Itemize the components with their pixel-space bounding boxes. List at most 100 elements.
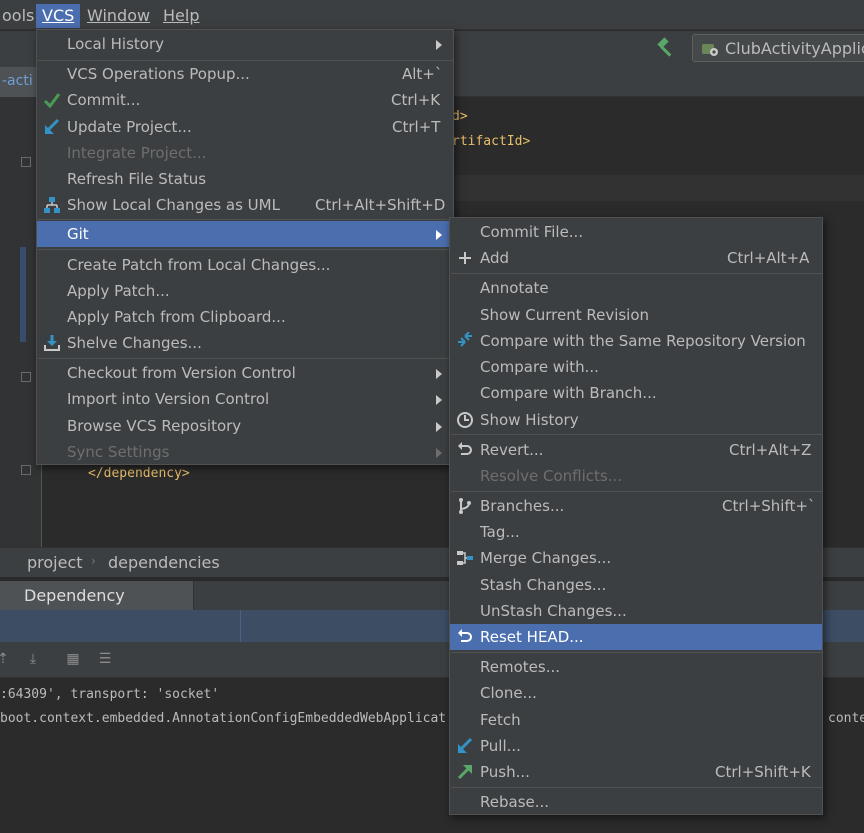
apply-patch-item[interactable]: Apply Patch... xyxy=(37,278,453,304)
show-history-item[interactable]: Show History xyxy=(450,407,822,433)
apply-patch-clipboard-item[interactable]: Apply Patch from Clipboard... xyxy=(37,304,453,330)
header-divider xyxy=(240,610,241,642)
menu-window-label: Window xyxy=(87,6,151,25)
sync-settings-item[interactable]: Sync Settings xyxy=(37,439,453,465)
code-line: </dependency> xyxy=(88,466,190,481)
menu-help[interactable]: Help xyxy=(157,4,205,28)
menu-item-label: Commit File... xyxy=(480,223,584,241)
remotes-item[interactable]: Remotes... xyxy=(450,654,822,680)
check-icon xyxy=(43,93,61,109)
table-icon[interactable]: ▦ xyxy=(64,650,82,668)
branches-item[interactable]: Branches... Ctrl+Shift+` xyxy=(450,493,822,519)
menu-item-label: Sync Settings xyxy=(67,443,170,461)
code-line: rtifactId> xyxy=(452,134,530,149)
menu-item-label: Apply Patch... xyxy=(67,282,170,300)
scroll-up-icon[interactable]: ⇡ xyxy=(0,650,12,668)
build-hammer-icon[interactable] xyxy=(655,37,677,59)
unstash-changes-item[interactable]: UnStash Changes... xyxy=(450,598,822,624)
pull-icon xyxy=(458,737,473,753)
create-patch-item[interactable]: Create Patch from Local Changes... xyxy=(37,252,453,278)
menu-item-label: Integrate Project... xyxy=(67,144,207,162)
menu-item-label: Compare with the Same Repository Version xyxy=(480,332,806,350)
revert-item[interactable]: Revert... Ctrl+Alt+Z xyxy=(450,437,822,463)
stash-changes-item[interactable]: Stash Changes... xyxy=(450,572,822,598)
menu-item-label: Remotes... xyxy=(480,658,560,676)
menu-separator xyxy=(38,219,454,220)
update-project-item[interactable]: Update Project... Ctrl+T xyxy=(37,114,453,140)
plus-icon xyxy=(459,252,471,264)
refresh-file-status-item[interactable]: Refresh File Status xyxy=(37,166,453,192)
branch-icon xyxy=(459,498,471,514)
menu-window[interactable]: Window xyxy=(81,4,156,28)
menu-vcs[interactable]: VCS xyxy=(36,4,81,28)
fold-marker[interactable] xyxy=(21,157,31,167)
revert-icon xyxy=(458,442,472,455)
menu-item-shortcut: Ctrl+Alt+Shift+D xyxy=(315,196,446,214)
rebase-item[interactable]: Rebase... xyxy=(450,789,822,815)
submenu-arrow-icon xyxy=(436,448,442,458)
menu-item-label: Git xyxy=(67,225,89,243)
git-submenu: Commit File... Add Ctrl+Alt+A Annotate S… xyxy=(449,217,823,815)
menu-item-label: Revert... xyxy=(480,441,544,459)
compare-with-branch-item[interactable]: Compare with Branch... xyxy=(450,380,822,406)
integrate-project-item[interactable]: Integrate Project... xyxy=(37,140,453,166)
tag-item[interactable]: Tag... xyxy=(450,519,822,545)
fold-marker[interactable] xyxy=(21,372,31,382)
list-icon[interactable]: ☰ xyxy=(96,650,114,668)
step-over-icon[interactable]: ⤓ xyxy=(24,650,42,668)
clone-item[interactable]: Clone... xyxy=(450,680,822,706)
menu-item-label: Pull... xyxy=(480,737,521,755)
compare-same-repo-item[interactable]: Compare with the Same Repository Version xyxy=(450,328,822,354)
menu-item-label: Import into Version Control xyxy=(67,390,270,408)
commit-file-item[interactable]: Commit File... xyxy=(450,219,822,245)
code-line: d> xyxy=(452,109,468,124)
menu-bar: ools VCS Window Help xyxy=(0,0,864,30)
breadcrumb-item[interactable]: project xyxy=(27,553,83,572)
browse-repository-item[interactable]: Browse VCS Repository xyxy=(37,413,453,439)
submenu-arrow-icon xyxy=(436,395,442,405)
pull-item[interactable]: Pull... xyxy=(450,733,822,759)
compare-with-item[interactable]: Compare with... xyxy=(450,354,822,380)
resolve-conflicts-item[interactable]: Resolve Conflicts... xyxy=(450,463,822,489)
fold-marker[interactable] xyxy=(21,465,31,475)
console-line: boot.context.embedded.AnnotationConfigEm… xyxy=(0,711,447,726)
menu-separator xyxy=(451,434,823,435)
merge-changes-item[interactable]: Merge Changes... xyxy=(450,545,822,571)
menu-item-label: Create Patch from Local Changes... xyxy=(67,256,331,274)
menu-item-label: Compare with... xyxy=(480,358,599,376)
annotate-item[interactable]: Annotate xyxy=(450,275,822,301)
show-current-revision-item[interactable]: Show Current Revision xyxy=(450,302,822,328)
console-line: :64309', transport: 'socket' xyxy=(0,687,220,702)
update-arrow-icon xyxy=(45,118,60,134)
breadcrumb-item[interactable]: dependencies xyxy=(108,553,220,572)
checkout-item[interactable]: Checkout from Version Control xyxy=(37,360,453,386)
menu-help-label: Help xyxy=(163,6,200,25)
fetch-item[interactable]: Fetch xyxy=(450,707,822,733)
show-local-changes-uml-item[interactable]: Show Local Changes as UML Ctrl+Alt+Shift… xyxy=(37,192,453,218)
git-item[interactable]: Git xyxy=(37,221,453,247)
menu-item-label: Local History xyxy=(67,35,165,53)
console-line: conte xyxy=(828,711,864,726)
import-item[interactable]: Import into Version Control xyxy=(37,386,453,412)
menu-tools[interactable]: ools xyxy=(0,4,40,28)
tool-tab-edge xyxy=(0,581,12,611)
menu-item-label: Tag... xyxy=(480,523,520,541)
push-item[interactable]: Push... Ctrl+Shift+K xyxy=(450,759,822,785)
shelve-changes-item[interactable]: Shelve Changes... xyxy=(37,330,453,356)
menu-item-label: Show History xyxy=(480,411,579,429)
xml-tag: rtifactId> xyxy=(452,134,531,149)
merge-icon xyxy=(457,551,473,565)
menu-item-shortcut: Ctrl+Alt+A xyxy=(727,249,810,267)
vcs-operations-popup-item[interactable]: VCS Operations Popup... Alt+` xyxy=(37,61,453,87)
menu-separator xyxy=(451,491,823,492)
menu-separator xyxy=(451,273,823,274)
dependency-analyzer-tab[interactable]: Dependency Analyzer xyxy=(12,581,194,635)
shelve-icon xyxy=(44,335,60,351)
commit-item[interactable]: Commit... Ctrl+K xyxy=(37,87,453,113)
editor-tab[interactable]: -acti xyxy=(0,67,40,97)
add-item[interactable]: Add Ctrl+Alt+A xyxy=(450,245,822,271)
reset-head-item[interactable]: Reset HEAD... xyxy=(450,624,822,650)
run-configuration-selector[interactable]: ClubActivityApplica xyxy=(692,34,864,62)
local-history-item[interactable]: Local History xyxy=(37,31,453,57)
menu-item-shortcut: Ctrl+Alt+Z xyxy=(729,441,812,459)
